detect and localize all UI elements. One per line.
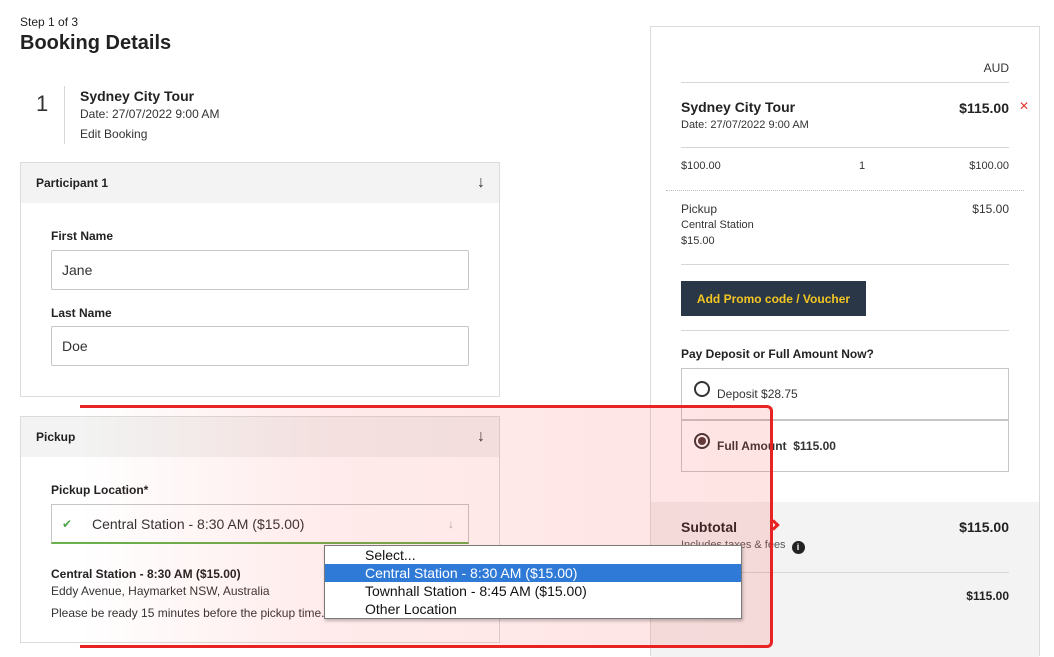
full-amount-label-wrap: Full Amount $115.00 <box>717 439 836 453</box>
booking-divider <box>64 86 65 144</box>
summary-pickup-location: Central Station <box>681 219 754 231</box>
summary-tour-price: $115.00 <box>959 100 1009 116</box>
info-icon[interactable]: i <box>791 541 805 554</box>
arrow-down-icon[interactable]: ↓ <box>477 174 485 192</box>
last-name-input[interactable] <box>51 326 469 366</box>
full-amount-value: $115.00 <box>793 439 836 453</box>
deposit-option[interactable]: Deposit $28.75 <box>681 368 1009 420</box>
pickup-panel-header[interactable]: Pickup ↓ <box>21 417 499 457</box>
last-name-label: Last Name <box>51 306 112 320</box>
pickup-location-label: Pickup Location* <box>51 483 149 497</box>
summary-pickup-label: Pickup <box>681 202 718 216</box>
pickup-detail-address: Eddy Avenue, Haymarket NSW, Australia <box>51 584 270 598</box>
pickup-location-value: Central Station - 8:30 AM ($15.00) <box>92 515 305 532</box>
check-icon: ✔ <box>61 516 73 531</box>
summary-pickup-price: $15.00 <box>972 202 1009 216</box>
step-indicator: Step 1 of 3 <box>20 15 79 29</box>
divider <box>681 264 1009 265</box>
pay-question: Pay Deposit or Full Amount Now? <box>681 347 874 361</box>
first-name-input[interactable] <box>51 250 469 290</box>
page-title: Booking Details <box>20 32 172 54</box>
pickup-location-select[interactable]: ✔ Central Station - 8:30 AM ($15.00) ↓ <box>51 504 469 544</box>
dropdown-option-other-location[interactable]: Other Location <box>325 600 741 618</box>
subtotal-label: Subtotal <box>681 519 737 535</box>
summary-pickup-subprice: $15.00 <box>681 235 715 247</box>
participant-panel: Participant 1 ↓ First Name Last Name <box>20 162 500 397</box>
participant-heading: Participant 1 <box>36 176 109 190</box>
edit-booking-link[interactable]: Edit Booking <box>80 127 147 141</box>
line-quantity: 1 <box>859 160 866 172</box>
full-amount-label: Full Amount <box>717 439 787 453</box>
booking-number: 1 <box>36 91 49 116</box>
first-name-label: First Name <box>51 229 114 243</box>
summary-tour-date: Date: 27/07/2022 9:00 AM <box>681 119 809 131</box>
total-value: $115.00 <box>966 589 1009 603</box>
chevron-down-icon: ↓ <box>448 516 454 531</box>
deposit-label: Deposit $28.75 <box>717 387 798 401</box>
pickup-detail-title: Central Station - 8:30 AM ($15.00) <box>51 567 241 581</box>
deposit-radio[interactable] <box>694 381 710 397</box>
divider <box>681 330 1009 331</box>
pickup-location-dropdown: Select... Central Station - 8:30 AM ($15… <box>324 545 742 619</box>
line-total: $100.00 <box>969 160 1009 172</box>
dropdown-option-townhall-station[interactable]: Townhall Station - 8:45 AM ($15.00) <box>325 582 741 600</box>
full-amount-option[interactable]: Full Amount $115.00 <box>681 420 1009 472</box>
full-amount-radio[interactable] <box>694 433 710 449</box>
dropdown-option-central-station[interactable]: Central Station - 8:30 AM ($15.00) <box>325 564 741 582</box>
divider <box>681 147 1009 148</box>
summary-tour-title: Sydney City Tour <box>681 99 796 115</box>
line-unit-price: $100.00 <box>681 160 721 172</box>
currency-label: AUD <box>983 61 1009 75</box>
arrow-down-icon[interactable]: ↓ <box>477 428 485 446</box>
booking-date: Date: 27/07/2022 9:00 AM <box>80 107 220 121</box>
pickup-heading: Pickup <box>36 430 76 444</box>
add-promo-button[interactable]: Add Promo code / Voucher <box>681 281 866 316</box>
subtotal-value: $115.00 <box>959 519 1009 535</box>
divider <box>681 82 1009 83</box>
participant-panel-header[interactable]: Participant 1 ↓ <box>21 163 499 203</box>
close-icon[interactable]: ✕ <box>1019 99 1029 113</box>
dropdown-option-select[interactable]: Select... <box>325 546 741 564</box>
divider <box>666 190 1024 191</box>
pickup-detail-note: Please be ready 15 minutes before the pi… <box>51 606 325 620</box>
booking-title: Sydney City Tour <box>80 88 195 104</box>
